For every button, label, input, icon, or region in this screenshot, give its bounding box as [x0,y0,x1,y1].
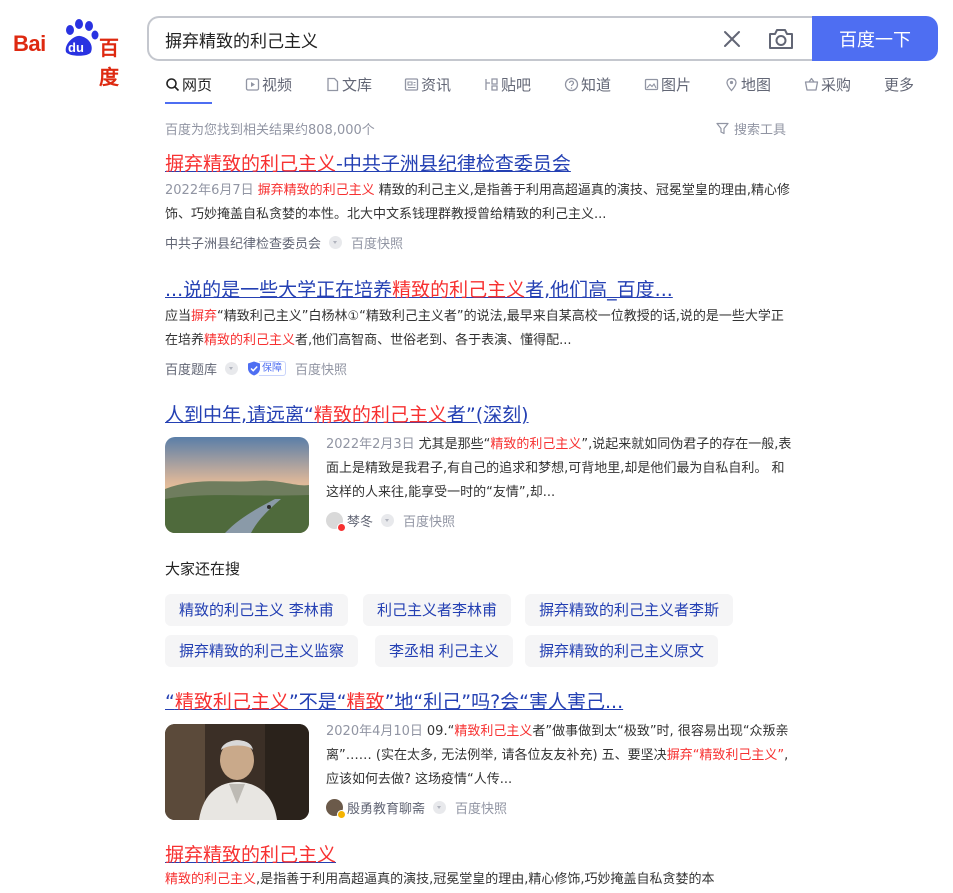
portrait-image [165,724,309,820]
tab-label: 地图 [741,76,772,94]
clear-icon[interactable] [721,28,743,50]
tab-purchase[interactable]: 采购 [804,74,851,104]
author[interactable]: 棽冬 [326,511,374,532]
tab-label: 知道 [581,76,612,94]
dropdown-icon[interactable] [381,513,395,527]
video-icon [245,78,260,91]
related-search-chip[interactable]: 李丞相 利己主义 [375,635,513,667]
snapshot-link[interactable]: 百度快照 [455,798,507,817]
source-name[interactable]: 百度题库 [165,359,217,378]
tab-label: 图片 [661,76,692,94]
logo-latin: Bai [13,31,46,56]
tab-images[interactable]: 图片 [644,74,691,104]
avatar [326,511,346,532]
tab-map[interactable]: 地图 [724,74,771,104]
result-snippet: 2022年2月3日 尤其是那些“精致的利己主义”,说起来就如同伪君子的存在一般,表… [326,437,792,500]
related-search-chip[interactable]: 摒弃精致的利己主义原文 [525,635,719,667]
tab-web[interactable]: 网页 [165,74,213,104]
snapshot-link[interactable]: 百度快照 [295,359,347,378]
tab-wenku[interactable]: 文库 [325,74,372,104]
search-box [147,16,813,61]
source-name[interactable]: 中共子洲县纪律检查委员会 [165,233,321,252]
related-search-chip[interactable]: 摒弃精致的利己主义者李斯 [525,594,734,626]
search-result: ...说的是一些大学正在培养精致的利己主义者,他们高_百度... 应当摒弃“精致… [165,277,795,379]
tab-label: 资讯 [421,76,452,94]
result-title-link[interactable]: ...说的是一些大学正在培养精致的利己主义者,他们高_百度... [165,277,795,303]
result-title-link[interactable]: “精致利己主义”不是“精致”地“利己”吗?会“害人害己... [165,689,795,715]
result-snippet: 精致的利己主义,是指善于利用高超逼真的演技,冠冕堂皇的理由,精心修饰,巧妙掩盖自… [165,872,715,887]
result-title-link[interactable]: 人到中年,请远离“精致的利己主义者”(深刻) [165,402,795,428]
map-pin-icon [726,77,737,92]
tab-label: 采购 [821,76,852,94]
tab-label: 更多 [884,76,915,94]
result-snippet: 应当摒弃“精致利己主义”白杨林①“精致利己主义者”的说法,最早来自某高校一位教授… [165,309,784,348]
logo-chinese: 百度 [99,36,119,89]
tab-label: 视频 [262,76,293,94]
guarantee-badge: 保障 [247,360,287,376]
result-count: 百度为您找到相关结果约808,000个 [165,123,375,138]
snapshot-link[interactable]: 百度快照 [403,511,455,530]
tab-zhidao[interactable]: 知道 [564,74,611,104]
result-thumbnail[interactable] [165,437,309,533]
snapshot-link[interactable]: 百度快照 [351,233,403,252]
search-input[interactable] [165,27,705,51]
landscape-image [165,437,309,533]
tieba-icon [485,78,498,91]
avatar [326,798,346,819]
camera-icon[interactable] [767,26,795,52]
dropdown-icon[interactable] [329,235,343,249]
search-result: 人到中年,请远离“精致的利己主义者”(深刻) 2022年2月3日 尤其是那些“精致… [165,402,795,534]
tab-more[interactable]: 更多 [884,74,914,104]
tab-label: 文库 [342,76,373,94]
result-source: 棽冬 百度快照 [326,509,795,532]
badge-text: 保障 [259,360,287,376]
tab-label: 网页 [182,76,213,94]
tab-news[interactable]: 资讯 [404,74,451,104]
related-search-chip[interactable]: 摒弃精致的利己主义监察 [165,635,359,667]
author[interactable]: 殷勇教育聊斋 [326,798,426,819]
result-source: 中共子洲县纪律检查委员会 百度快照 [165,231,795,253]
search-tools-label: 搜索工具 [734,123,787,138]
shopping-basket-icon [804,77,819,91]
search-button[interactable]: 百度一下 [812,16,938,61]
result-snippet: 2020年4月10日 09.“精致利己主义者”做事做到太“极致”时, 很容易出现“… [326,724,789,787]
filter-icon [716,122,729,135]
result-title-link[interactable]: 摒弃精致的利己主义 [165,842,795,868]
author-name: 殷勇教育聊斋 [347,801,426,817]
logo-badge: du [68,40,84,55]
search-result: 摒弃精致的利己主义 精致的利己主义,是指善于利用高超逼真的演技,冠冕堂皇的理由,… [165,842,795,892]
search-result: “精致利己主义”不是“精致”地“利己”吗?会“害人害己... 2020年4月10… [165,689,795,821]
verified-icon [337,809,346,819]
result-snippet: 2022年6月7日 摒弃精致的利己主义 精致的利己主义,是指善于利用高超逼真的演技… [165,183,791,222]
dropdown-icon[interactable] [225,361,239,375]
related-search-chip[interactable]: 利己主义者李林甫 [363,594,512,626]
related-search-chip[interactable]: 精致的利己主义 李林甫 [165,594,348,626]
tab-video[interactable]: 视频 [245,74,292,104]
document-icon [327,77,339,92]
result-title-link[interactable]: 摒弃精致的利己主义-中共子洲县纪律检查委员会 [165,151,795,177]
baidu-logo[interactable]: Bai du 百度 [13,18,131,89]
result-source: 殷勇教育聊斋 百度快照 [326,796,795,819]
image-icon [644,78,659,91]
dropdown-icon[interactable] [433,800,447,814]
result-source: 百度题库 保障 百度快照 [165,357,795,379]
search-result: 摒弃精致的利己主义-中共子洲县纪律检查委员会 2022年6月7日 摒弃精致的利己主… [165,151,795,253]
search-icon [166,78,180,92]
news-icon [404,78,419,91]
question-icon [564,77,579,92]
tab-tieba[interactable]: 贴吧 [484,74,531,104]
result-thumbnail[interactable] [165,724,309,820]
author-name: 棽冬 [347,514,374,530]
verified-icon [337,522,346,532]
tab-label: 贴吧 [501,76,532,94]
search-tools-button[interactable]: 搜索工具 [716,119,786,138]
related-searches-title: 大家还在搜 [165,560,241,578]
